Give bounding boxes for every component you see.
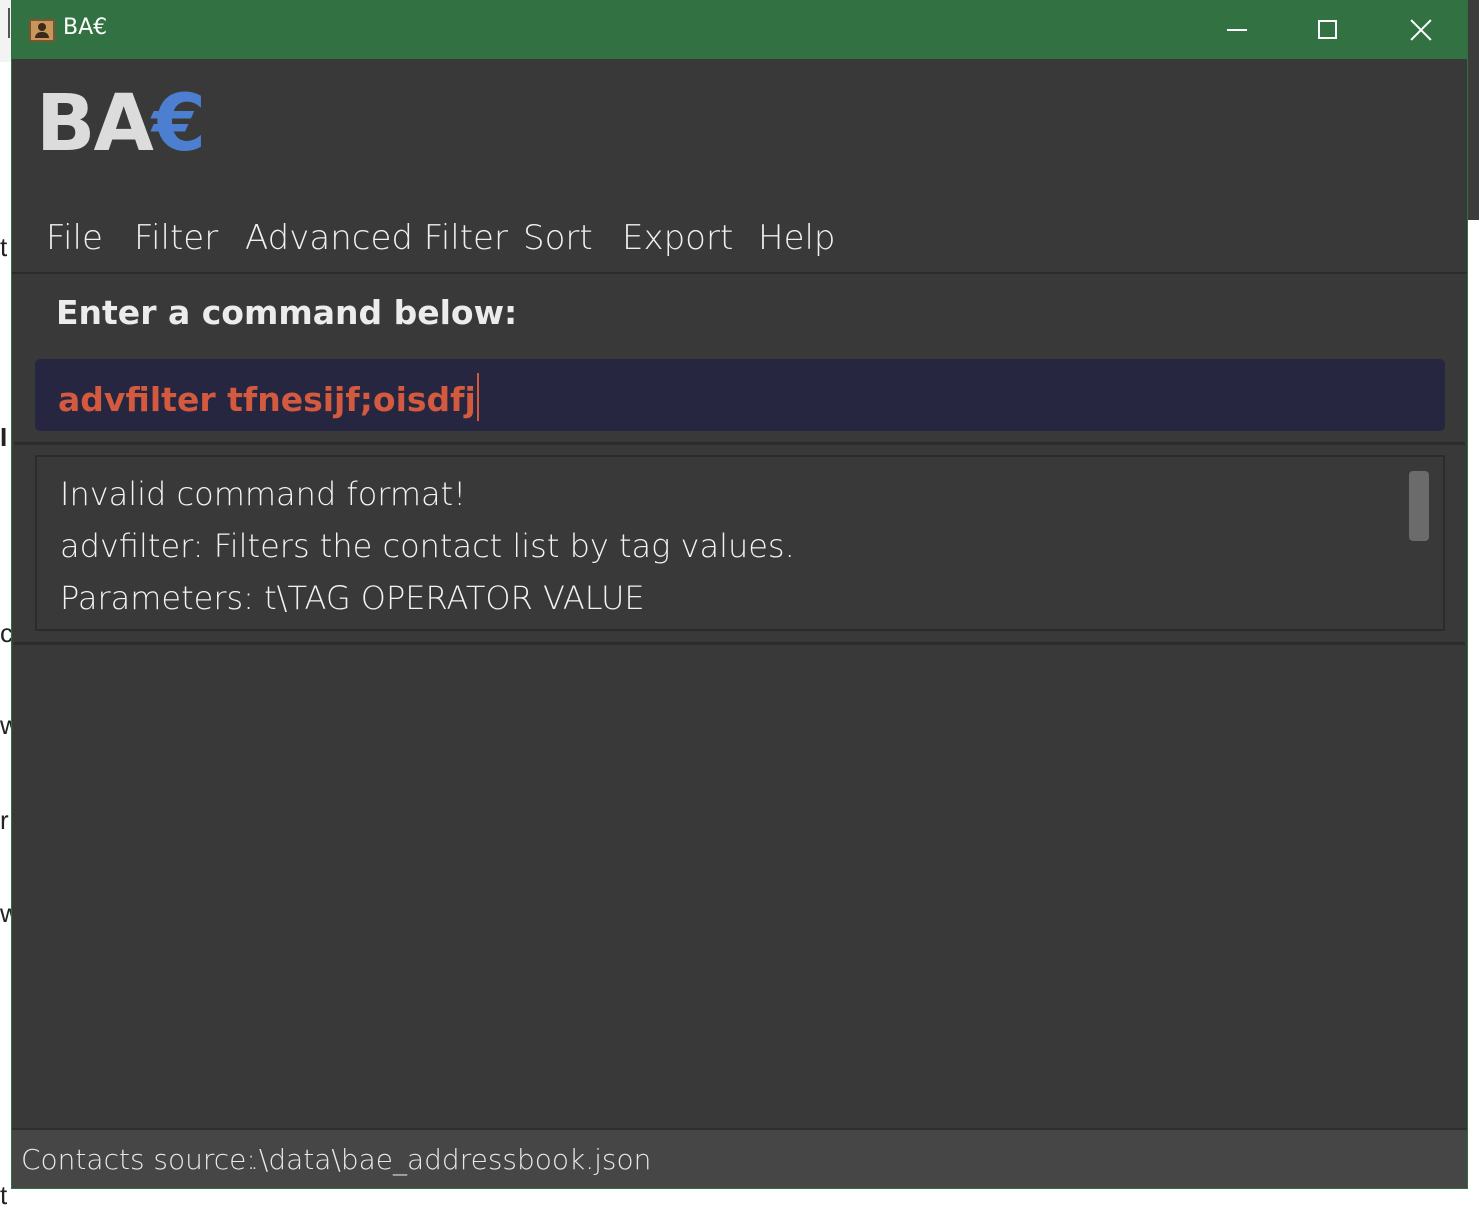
contacts-source-path: .\data\bae_addressbook.json	[250, 1143, 652, 1176]
divider	[14, 442, 1465, 445]
close-icon	[1410, 19, 1432, 41]
app-logo: BA€	[36, 85, 206, 163]
menu-help[interactable]: Help	[758, 218, 836, 258]
result-line: Invalid command format!	[60, 475, 467, 513]
logo-euro-sign: €	[151, 79, 206, 169]
result-line: Parameters: t\TAG OPERATOR VALUE	[60, 579, 645, 617]
window-title: BA€	[63, 15, 108, 40]
command-panel: Enter a command below: advfilter tfnesij…	[14, 275, 1465, 441]
maximize-button[interactable]	[1282, 1, 1374, 59]
logo-text: BA	[36, 79, 154, 169]
close-button[interactable]	[1374, 1, 1466, 59]
command-input-text[interactable]: advfilter tfnesijf;oisdfj	[58, 373, 479, 421]
text-caret	[476, 373, 479, 421]
scrollbar-thumb[interactable]	[1409, 471, 1429, 541]
app-window: BA€ BA€ File Filter Advanced Filter Sort…	[11, 0, 1468, 1189]
menu-sort[interactable]: Sort	[523, 218, 593, 258]
result-display[interactable]: Invalid command format! advfilter: Filte…	[35, 455, 1445, 631]
minimize-button[interactable]	[1191, 1, 1283, 59]
address-book-icon	[29, 19, 55, 42]
status-bar: Contacts source: .\data\bae_addressbook.…	[12, 1128, 1467, 1188]
background-window-edge	[1468, 0, 1479, 220]
maximize-icon	[1318, 20, 1337, 39]
menu-advanced-filter[interactable]: Advanced Filter	[245, 218, 508, 258]
command-label: Enter a command below:	[56, 293, 518, 332]
title-bar[interactable]: BA€	[12, 1, 1467, 59]
command-input-value: advfilter tfnesijf;oisdfj	[58, 380, 476, 419]
menu-export[interactable]: Export	[622, 218, 733, 258]
minimize-icon	[1227, 29, 1247, 31]
menu-bar: File Filter Advanced Filter Sort Export …	[12, 206, 1467, 274]
command-input[interactable]: advfilter tfnesijf;oisdfj	[35, 359, 1445, 431]
menu-filter[interactable]: Filter	[134, 218, 218, 258]
menu-file[interactable]: File	[46, 218, 103, 258]
result-line: advfilter: Filters the contact list by t…	[60, 527, 795, 565]
divider	[14, 642, 1465, 645]
contacts-source-label: Contacts source:	[21, 1143, 256, 1176]
